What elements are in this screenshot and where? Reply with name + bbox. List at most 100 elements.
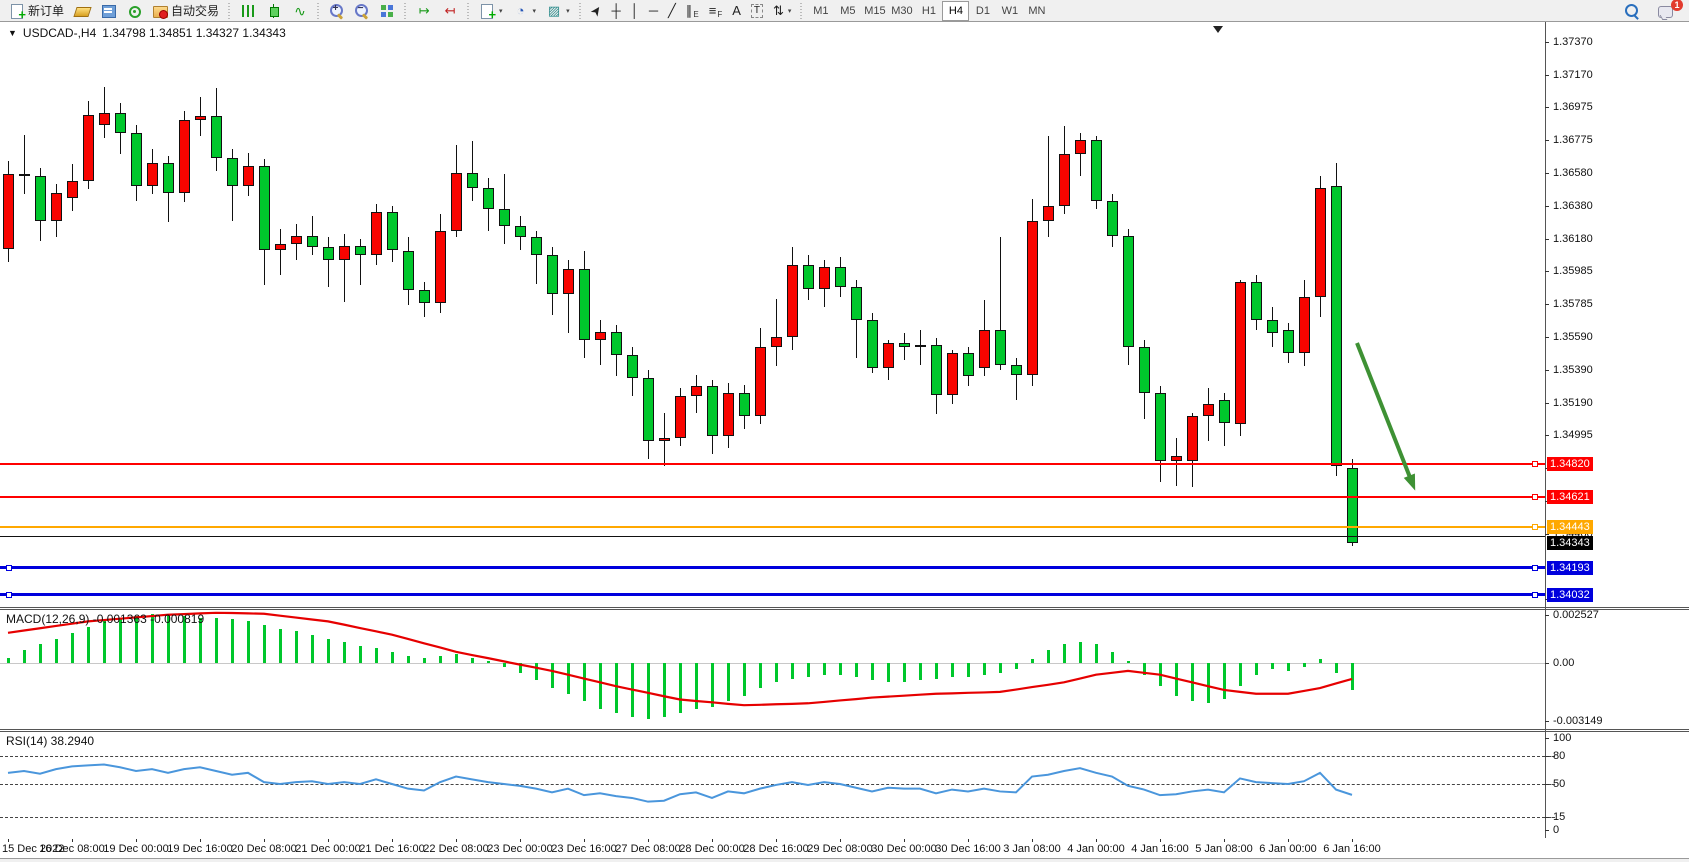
candlestick bbox=[691, 386, 702, 396]
macd-histogram-bar bbox=[1351, 663, 1354, 690]
line-handle[interactable] bbox=[1532, 565, 1538, 571]
terminal-button[interactable] bbox=[95, 1, 121, 21]
trendline-button[interactable]: ╱ bbox=[663, 1, 681, 21]
horizontal-line-button[interactable]: ─ bbox=[644, 1, 663, 21]
price-tick-label: 1.34995 bbox=[1553, 429, 1593, 441]
line-handle[interactable] bbox=[1532, 592, 1538, 598]
tile-windows-button[interactable] bbox=[374, 1, 400, 21]
candlestick bbox=[403, 251, 414, 291]
symbol-dropdown-icon[interactable]: ▼ bbox=[8, 28, 17, 38]
price-tick-label: 1.35590 bbox=[1553, 331, 1593, 343]
timeframe-m15[interactable]: M15 bbox=[861, 1, 888, 21]
indicators-button[interactable]: ▾ bbox=[474, 1, 508, 21]
horizontal-line-object[interactable] bbox=[0, 566, 1545, 569]
toolbar-group: ∿ bbox=[235, 0, 313, 22]
zoom-in-button[interactable]: + bbox=[324, 1, 349, 21]
horizontal-line-object[interactable] bbox=[0, 496, 1545, 498]
chart-window-button[interactable] bbox=[69, 1, 95, 21]
rsi-tick-label: 100 bbox=[1553, 732, 1571, 744]
timeframe-h1[interactable]: H1 bbox=[915, 1, 942, 21]
templates-button[interactable]: ▨▾ bbox=[541, 1, 575, 21]
horizontal-line-object[interactable] bbox=[0, 526, 1545, 528]
timeframe-m5[interactable]: M5 bbox=[834, 1, 861, 21]
label-button[interactable]: T bbox=[746, 1, 768, 21]
zoom-out-button[interactable]: − bbox=[349, 1, 374, 21]
search-button[interactable] bbox=[1619, 1, 1645, 21]
line-handle[interactable] bbox=[1532, 461, 1538, 467]
arrows-button[interactable]: ⇅▾ bbox=[768, 1, 796, 21]
macd-tick-mark bbox=[1545, 721, 1549, 722]
timeframe-m30[interactable]: M30 bbox=[888, 1, 915, 21]
macd-histogram-bar bbox=[551, 663, 554, 688]
search-icon bbox=[1624, 3, 1640, 19]
time-axis[interactable]: 15 Dec 202216 Dec 08:0019 Dec 00:0019 De… bbox=[0, 838, 1689, 858]
candlestick bbox=[1171, 456, 1182, 461]
macd-histogram-bar bbox=[903, 663, 906, 682]
candlestick bbox=[1155, 393, 1166, 461]
timeframe-d1[interactable]: D1 bbox=[969, 1, 996, 21]
new-order-button[interactable]: 新订单 bbox=[4, 1, 69, 21]
macd-histogram-bar bbox=[999, 663, 1002, 673]
auto-scroll-button[interactable]: ↦ bbox=[411, 1, 437, 21]
chart-shift-marker[interactable] bbox=[1213, 26, 1223, 33]
fibonacci-button[interactable]: ≡F bbox=[704, 1, 727, 21]
horizontal-line-icon: ─ bbox=[649, 4, 658, 18]
macd-histogram-bar bbox=[983, 663, 986, 674]
line-handle[interactable] bbox=[6, 565, 12, 571]
horizontal-line-object[interactable] bbox=[0, 536, 1545, 537]
chevron-down-icon: ▾ bbox=[788, 7, 792, 15]
candlestick bbox=[387, 212, 398, 250]
autotrade-button[interactable]: 自动交易 bbox=[147, 1, 224, 21]
price-tick-mark bbox=[1545, 140, 1549, 141]
candlestick bbox=[19, 174, 30, 176]
chart-area[interactable]: ▼ USDCAD-,H4 1.34798 1.34851 1.34327 1.3… bbox=[0, 22, 1689, 858]
horizontal-line-object[interactable] bbox=[0, 463, 1545, 465]
candle-wick bbox=[1176, 438, 1177, 486]
time-axis-label: 19 Dec 00:00 bbox=[103, 843, 168, 855]
label-icon: T bbox=[751, 4, 763, 18]
terminal-icon bbox=[100, 3, 116, 19]
arrows-icon: ⇅ bbox=[773, 4, 784, 18]
bar-chart-button[interactable] bbox=[235, 1, 261, 21]
timeframe-mn[interactable]: MN bbox=[1023, 1, 1050, 21]
candlestick bbox=[659, 438, 670, 441]
candlestick bbox=[1011, 365, 1022, 375]
candlestick bbox=[499, 209, 510, 226]
candle-wick bbox=[328, 237, 329, 287]
periods-button[interactable]: ◔▾ bbox=[508, 1, 542, 21]
channel-button[interactable]: ∥E bbox=[681, 1, 704, 21]
candlestick bbox=[643, 378, 654, 441]
timeframe-m1[interactable]: M1 bbox=[807, 1, 834, 21]
time-tick-mark bbox=[1224, 839, 1225, 842]
timeframe-h4[interactable]: H4 bbox=[942, 1, 969, 21]
chart-shift-button[interactable]: ↤ bbox=[437, 1, 463, 21]
autotrade-button-label: 自动交易 bbox=[171, 2, 219, 19]
price-axis[interactable]: 1.373701.371701.369751.367751.365801.363… bbox=[1545, 22, 1689, 838]
timeframe-w1[interactable]: W1 bbox=[996, 1, 1023, 21]
text-button[interactable]: A bbox=[727, 1, 746, 21]
horizontal-line-object[interactable] bbox=[0, 593, 1545, 596]
macd-label: MACD(12,26,9) -0.001363 -0.000819 bbox=[6, 612, 204, 626]
candle-chart-button[interactable] bbox=[261, 1, 287, 21]
candlestick bbox=[883, 343, 894, 368]
vertical-line-button[interactable]: │ bbox=[626, 1, 644, 21]
line-chart-button[interactable]: ∿ bbox=[287, 1, 313, 21]
chat-button[interactable]: 1 bbox=[1653, 1, 1679, 21]
price-tick-label: 1.37370 bbox=[1553, 36, 1593, 48]
signals-button[interactable] bbox=[121, 1, 147, 21]
line-handle[interactable] bbox=[6, 592, 12, 598]
line-handle[interactable] bbox=[1532, 494, 1538, 500]
cursor-button[interactable]: ➤ bbox=[586, 1, 607, 21]
rsi-tick-label: 15 bbox=[1553, 811, 1565, 823]
line-handle[interactable] bbox=[1532, 524, 1538, 530]
candlestick bbox=[739, 393, 750, 416]
macd-histogram-bar bbox=[695, 663, 698, 709]
macd-histogram-bar bbox=[647, 663, 650, 718]
crosshair-button[interactable]: ┼ bbox=[606, 1, 625, 21]
candlestick bbox=[1091, 140, 1102, 201]
time-tick-mark bbox=[136, 839, 137, 842]
chevron-down-icon: ▾ bbox=[566, 7, 570, 15]
macd-histogram-bar bbox=[1255, 663, 1258, 674]
candlestick bbox=[1267, 320, 1278, 333]
macd-histogram-bar bbox=[87, 627, 90, 663]
